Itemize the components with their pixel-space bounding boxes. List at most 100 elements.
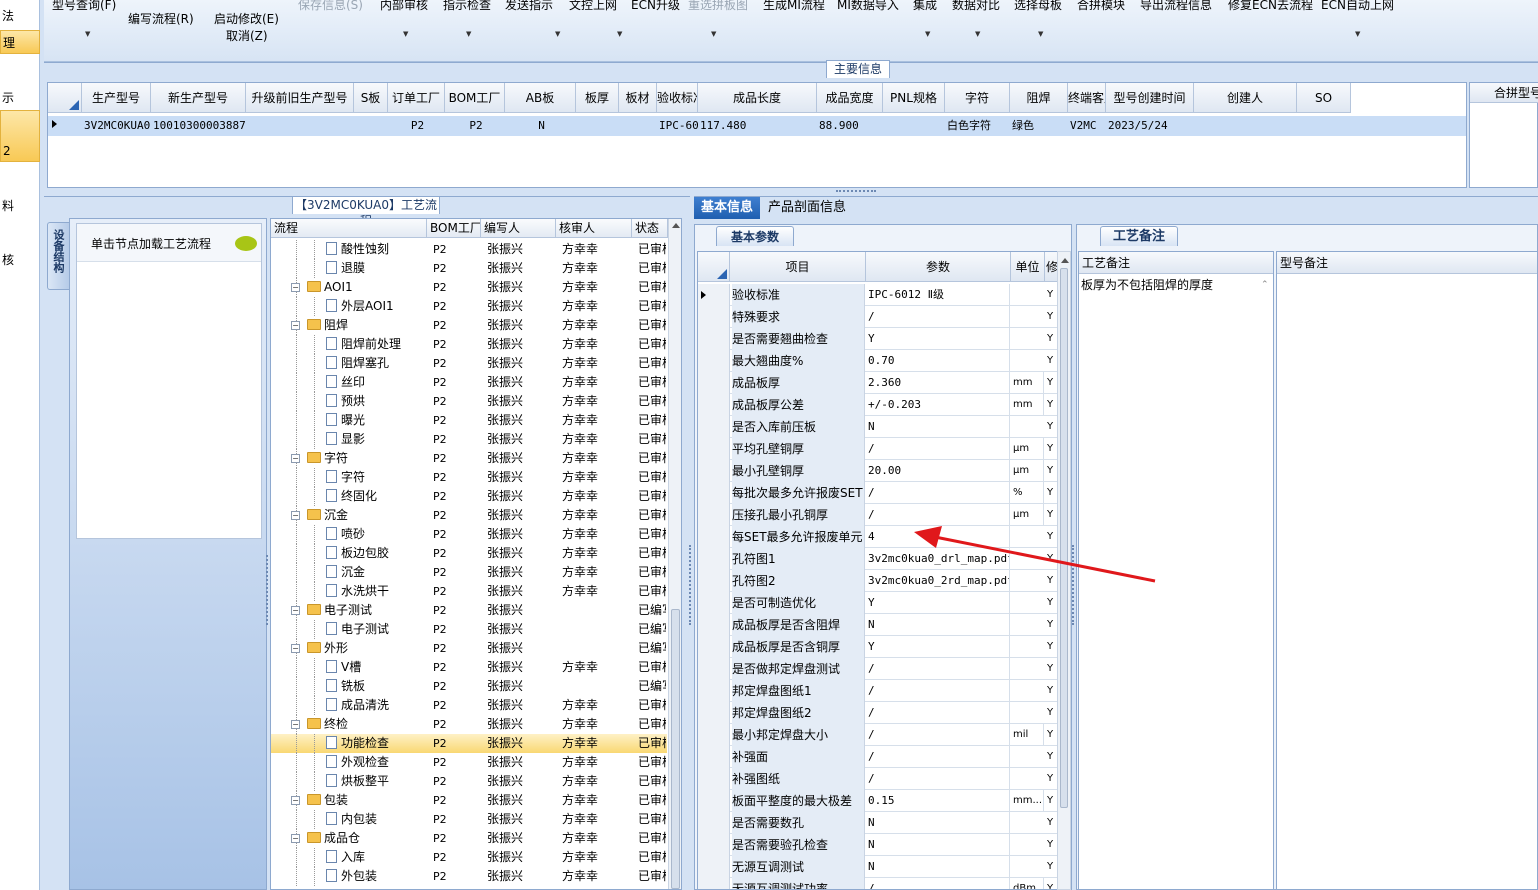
param-row[interactable]: 特殊要求 / Y <box>698 306 1058 328</box>
tree-node-label[interactable]: 外形 <box>307 639 425 658</box>
nav-item-active[interactable]: 2 <box>0 110 40 162</box>
param-row[interactable]: 邦定焊盘图纸1/Y <box>698 680 1058 702</box>
tree-col-status[interactable]: 状态 <box>632 219 668 238</box>
param-row[interactable]: 是否需要验孔检查 N Y <box>698 834 1058 856</box>
ribbon-button[interactable]: 指示检查 <box>443 0 491 13</box>
params-col-value[interactable]: 参数 <box>866 252 1011 282</box>
chevron-down-icon[interactable]: ▼ <box>1355 30 1360 38</box>
tree-node-label[interactable]: 喷砂 <box>326 525 426 544</box>
tree-row[interactable]: 功能检查 P2 张振兴 方幸幸 已审核 <box>271 734 667 753</box>
tree-node-label[interactable]: 终检 <box>307 715 425 734</box>
param-value[interactable]: / <box>868 306 1010 328</box>
param-row[interactable]: 是否需要翘曲检查 Y Y <box>698 328 1058 350</box>
main-info-col-header[interactable]: SO <box>1297 83 1351 113</box>
tree-row[interactable]: 预烘 P2 张振兴 方幸幸 已审核 <box>271 392 667 411</box>
collapse-icon[interactable]: − <box>291 834 300 843</box>
collapse-icon[interactable]: − <box>291 511 300 520</box>
tree-row[interactable]: 沉金 P2 张振兴 方幸幸 已审核 <box>271 563 667 582</box>
tree-row[interactable]: V槽 P2 张振兴 方幸幸 已审核 <box>271 658 667 677</box>
params-col-item[interactable]: 项目 <box>730 252 866 282</box>
ribbon-button[interactable]: ECN升级 <box>631 0 680 13</box>
param-row[interactable]: 是否可制造优化 Y Y <box>698 592 1058 614</box>
main-info-cell[interactable]: V2MC <box>1070 116 1106 136</box>
chevron-down-icon[interactable]: ▼ <box>617 30 622 38</box>
tree-row[interactable]: − 电子测试 P2 张振兴 已编写 <box>271 601 667 620</box>
nav-item-active[interactable]: 理 <box>0 30 40 54</box>
collapse-icon[interactable]: − <box>291 454 300 463</box>
tree-row[interactable]: 入库 P2 张振兴 方幸幸 已审核 <box>271 848 667 867</box>
main-info-col-header[interactable]: 订单工厂 <box>388 83 445 113</box>
param-row[interactable]: 成品板厚是否含阻焊 N Y <box>698 614 1058 636</box>
main-info-col-header[interactable]: 终端客户代码 <box>1068 83 1106 113</box>
chevron-up-icon[interactable]: ⌃ <box>1261 280 1269 290</box>
collapse-icon[interactable]: − <box>291 796 300 805</box>
tree-node-label[interactable]: 功能检查 <box>326 734 426 753</box>
chevron-down-icon[interactable]: ▼ <box>711 30 716 38</box>
main-info-cell[interactable]: 117.480 <box>700 116 817 136</box>
tree-row[interactable]: 显影 P2 张振兴 方幸幸 已审核 <box>271 430 667 449</box>
scroll-up-icon[interactable] <box>1061 258 1069 263</box>
param-row[interactable]: 平均孔壁铜厚 / μm Y <box>698 438 1058 460</box>
hint-bar[interactable]: 单击节点加载工艺流程 <box>77 224 261 262</box>
scroll-up-icon[interactable] <box>672 223 680 228</box>
tree-row[interactable]: 阻焊塞孔 P2 张振兴 方幸幸 已审核 <box>271 354 667 373</box>
param-value[interactable]: / <box>868 658 1010 680</box>
main-info-col-header[interactable]: 新生产型号 <box>151 83 246 113</box>
tree-node-label[interactable]: 酸性蚀刻 <box>326 240 426 259</box>
tree-row[interactable]: 外观检查 P2 张振兴 方幸幸 已审核 <box>271 753 667 772</box>
param-value[interactable]: / <box>868 702 1010 724</box>
tree-node-label[interactable]: 铣板 <box>326 677 426 696</box>
ribbon-button[interactable]: 合拼模块 <box>1077 0 1125 13</box>
tree-node-label[interactable]: 丝印 <box>326 373 426 392</box>
tree-row[interactable]: − 沉金 P2 张振兴 方幸幸 已审核 <box>271 506 667 525</box>
tree-node-label[interactable]: 阻焊前处理 <box>326 335 426 354</box>
collapse-icon[interactable]: − <box>291 283 300 292</box>
collapse-icon[interactable]: − <box>291 321 300 330</box>
param-row[interactable]: 成品板厚公差 +/-0.203 mm Y <box>698 394 1058 416</box>
param-value[interactable]: N <box>868 812 1010 834</box>
param-value[interactable]: 20.00 <box>868 460 1010 482</box>
tree-row[interactable]: − 字符 P2 张振兴 方幸幸 已审核 <box>271 449 667 468</box>
chevron-down-icon[interactable]: ▼ <box>975 30 980 38</box>
param-row[interactable]: 成品板厚是否含铜厚 Y Y <box>698 636 1058 658</box>
ribbon-button[interactable]: 启动修改(E) <box>214 10 279 27</box>
tree-row[interactable]: 字符 P2 张振兴 方幸幸 已审核 <box>271 468 667 487</box>
tree-row[interactable]: 退膜 P2 张振兴 方幸幸 已审核 <box>271 259 667 278</box>
ribbon-button[interactable]: 导出流程信息 <box>1140 0 1212 13</box>
param-row[interactable]: 最小孔壁铜厚 20.00 μm Y <box>698 460 1058 482</box>
param-value[interactable]: / <box>868 746 1010 768</box>
param-row[interactable]: 补强图纸 / Y <box>698 768 1058 790</box>
tree-node-label[interactable]: 入库 <box>326 848 426 867</box>
main-info-col-header[interactable]: S板 <box>354 83 388 113</box>
param-value[interactable]: N <box>868 416 1010 438</box>
tree-row[interactable]: − 包装 P2 张振兴 方幸幸 已审核 <box>271 791 667 810</box>
tree-row[interactable]: − 终检 P2 张振兴 方幸幸 已审核 <box>271 715 667 734</box>
tree-row[interactable]: 喷砂 P2 张振兴 方幸幸 已审核 <box>271 525 667 544</box>
nav-item[interactable]: 料 <box>0 194 40 218</box>
param-value[interactable]: 0.15 <box>868 790 1010 812</box>
ribbon-button[interactable]: 取消(Z) <box>226 27 268 44</box>
main-info-cell[interactable]: IPC-6012 Ⅱ级 <box>659 116 698 136</box>
param-row[interactable]: 是否需要数孔 N Y <box>698 812 1058 834</box>
param-row[interactable]: 无源互调测试功率 / dBm Y <box>698 878 1058 889</box>
main-info-col-header[interactable]: 生产型号 <box>82 83 151 113</box>
tree-row[interactable]: 终固化 P2 张振兴 方幸幸 已审核 <box>271 487 667 506</box>
tree-scrollbar[interactable] <box>668 219 681 889</box>
tree-node-label[interactable]: 沉金 <box>326 563 426 582</box>
ribbon-button[interactable]: 生成MI流程 <box>763 0 825 13</box>
param-value[interactable]: IPC-6012 Ⅱ级 <box>868 284 1010 306</box>
tree-node-label[interactable]: 烘板整平 <box>326 772 426 791</box>
param-value[interactable]: N <box>868 834 1010 856</box>
tree-node-label[interactable]: 电子测试 <box>326 620 426 639</box>
horizontal-splitter[interactable] <box>836 190 876 194</box>
tree-node-label[interactable]: 外层AOI1 <box>326 297 426 316</box>
tree-node-label[interactable]: 字符 <box>326 468 426 487</box>
param-value[interactable]: Y <box>868 636 1010 658</box>
collapse-icon[interactable]: − <box>291 644 300 653</box>
main-info-col-header[interactable]: AB板 <box>505 83 576 113</box>
param-value[interactable]: Y <box>868 328 1010 350</box>
chevron-down-icon[interactable]: ▼ <box>403 30 408 38</box>
param-value[interactable]: / <box>868 482 1010 504</box>
main-info-cell[interactable]: 白色字符 <box>947 116 1010 136</box>
tree-row[interactable]: 曝光 P2 张振兴 方幸幸 已审核 <box>271 411 667 430</box>
